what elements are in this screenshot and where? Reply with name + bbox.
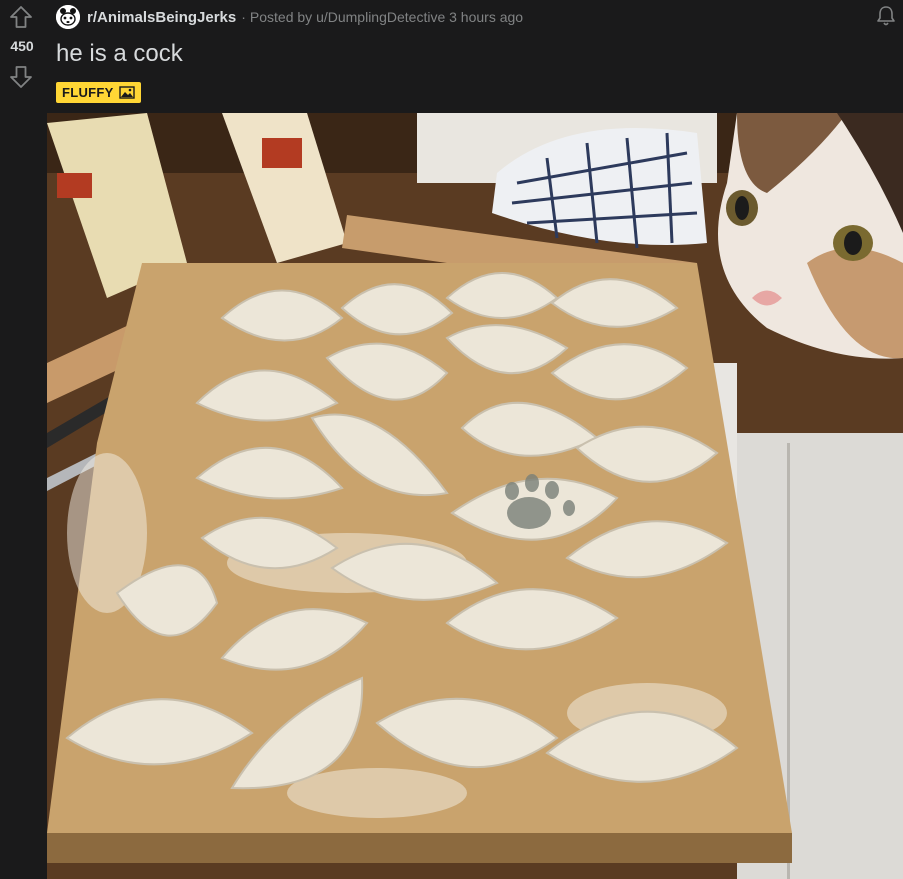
bell-icon[interactable]	[874, 4, 898, 28]
post-flair[interactable]: FLUFFY	[56, 82, 141, 103]
subreddit-avatar-icon[interactable]	[56, 5, 80, 29]
vote-score: 450	[10, 38, 34, 54]
downvote-arrow-icon[interactable]	[8, 64, 34, 90]
image-icon	[118, 86, 135, 99]
post-time: 3 hours ago	[449, 9, 524, 25]
posted-by-label: Posted by	[249, 9, 313, 25]
flair-label: FLUFFY	[62, 85, 114, 100]
upvote-arrow-icon[interactable]	[8, 4, 34, 30]
post-title[interactable]: he is a cock	[56, 40, 183, 68]
subreddit-name[interactable]: r/AnimalsBeingJerks	[87, 9, 236, 26]
vote-column: 450	[0, 0, 44, 879]
post-meta: · Posted by u/DumplingDetective 3 hours a…	[241, 9, 523, 25]
post-image[interactable]	[47, 113, 903, 879]
post-header: r/AnimalsBeingJerks · Posted by u/Dumplin…	[56, 4, 523, 30]
meta-separator: ·	[241, 9, 246, 25]
author-link[interactable]: u/DumplingDetective	[316, 9, 445, 25]
